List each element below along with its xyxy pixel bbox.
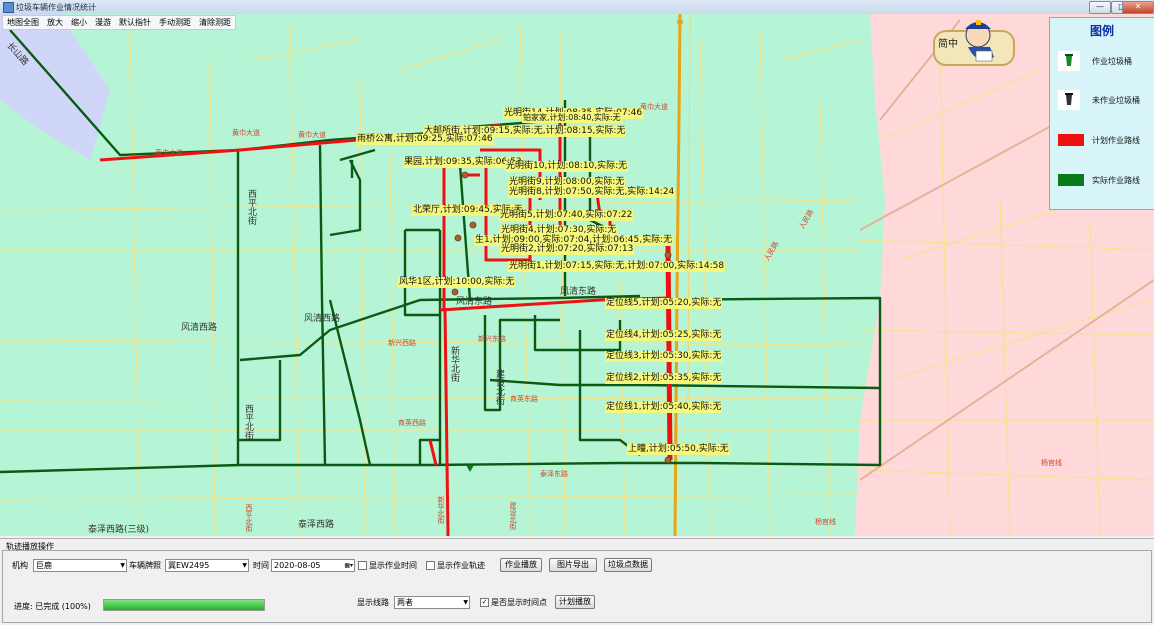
road-label: 建设北街: [494, 369, 504, 405]
date-picker[interactable]: 2020-08-05 ▦▾: [271, 559, 355, 572]
plate-value: 冀EW2495: [168, 561, 210, 570]
time-label: 时间: [253, 561, 269, 570]
poi-label: 光明街10,计划:08:10,实际:无: [505, 161, 629, 172]
bin-active-icon: [1058, 51, 1080, 71]
road-label: 泰泽西路: [298, 520, 335, 530]
show-time-points-label: 是否显示时间点: [491, 598, 547, 607]
show-work-time-label: 显示作业时间: [369, 561, 417, 570]
poi-label: 上疃,计划:05:50,实际:无: [627, 444, 730, 455]
poi-label: 光明街2,计划:07:20,实际:07:13: [500, 244, 635, 255]
org-select[interactable]: 巨鹿 ▼: [33, 559, 127, 572]
play-work-button[interactable]: 作业播放: [500, 558, 542, 572]
plate-label: 车辆牌照: [129, 561, 161, 570]
road-label-red: 育英东路: [510, 395, 538, 403]
progress-fill: [104, 600, 264, 610]
plan-route-swatch: [1058, 134, 1084, 146]
check-icon: ✓: [481, 598, 488, 606]
poi-label: 定位线1,计划:05:40,实际:无: [605, 402, 723, 413]
road-label: 西平北街: [243, 404, 253, 440]
app-icon: [3, 2, 14, 13]
road-label-red: 黄巾大道: [640, 103, 668, 111]
road-label: 泰泽西路(三级): [88, 525, 150, 535]
map-toolbar: 地图全图 放大 缩小 漫游 默认指针 手动测距 清除测距: [2, 15, 236, 30]
road-label-red: 育英西路: [398, 419, 426, 427]
poi-label: 定位线2,计划:05:35,实际:无: [605, 373, 723, 384]
road-label-red: 新华北街: [437, 496, 445, 524]
calendar-icon: ▦▾: [344, 562, 353, 569]
poi-label: 光明街8,计划:07:50,实际:无,实际:14:24: [508, 187, 676, 198]
legend-label: 计划作业路线: [1092, 136, 1140, 145]
road-label-red: 新兴东路: [478, 335, 506, 343]
bin-idle-icon: [1058, 90, 1080, 110]
org-value: 巨鹿: [36, 561, 52, 570]
road-label: 风清东路: [456, 297, 493, 307]
close-button[interactable]: ✕: [1122, 1, 1154, 14]
road-label-red: 杨官线: [815, 518, 836, 526]
poi-label: 风华1区,计划:10:00,实际:无: [398, 277, 516, 288]
chevron-down-icon: ▼: [242, 562, 247, 569]
menu-measure[interactable]: 手动测距: [155, 16, 195, 29]
progress-label: 进度: 已完成 (100%): [14, 602, 91, 611]
legend-label: 未作业垃圾桶: [1092, 96, 1140, 105]
menu-full-map[interactable]: 地图全图: [3, 16, 43, 29]
poi-label: 定位线3,计划:05:30,实际:无: [605, 351, 723, 362]
road-label: 风清西路: [181, 323, 218, 333]
road-label-red: 新兴西路: [388, 339, 416, 347]
mascot-logo: 简中: [932, 17, 1018, 75]
road-label-red: 黄巾大道: [232, 129, 260, 137]
export-image-button[interactable]: 图片导出: [549, 558, 597, 572]
poi-label: 铂家家,计划:08:40,实际:无: [522, 112, 622, 123]
progress-bar: [103, 599, 265, 611]
legend-title: 图例: [1089, 24, 1114, 38]
road-label-red: 泰泽东路: [540, 470, 568, 478]
date-value: 2020-08-05: [274, 561, 321, 570]
menu-zoom-in[interactable]: 放大: [43, 16, 67, 29]
poi-label: 光明街1,计划:07:15,实际:无,计划:07:00,实际:14:58: [508, 261, 726, 272]
menu-pan[interactable]: 漫游: [91, 16, 115, 29]
mascot-text: 简中: [938, 39, 958, 50]
legend-label: 作业垃圾桶: [1092, 57, 1132, 66]
route-select[interactable]: 两者 ▼: [394, 596, 470, 609]
road-label-red: 黄巾大道: [155, 149, 183, 157]
road-label-red: 建设北街: [509, 502, 517, 530]
poi-label: 定位线5,计划:05:20,实际:无: [605, 298, 723, 309]
minimize-button[interactable]: —: [1089, 1, 1111, 14]
poi-label: 雨桥公寓,计划:09:25,实际:07:46: [356, 134, 494, 145]
show-work-time-checkbox[interactable]: [358, 561, 367, 570]
show-work-track-label: 显示作业轨迹: [437, 561, 485, 570]
poi-label: 光明街5,计划:07:40,实际:07:22: [499, 210, 634, 221]
road-label: 新华北街: [449, 346, 459, 382]
map-canvas[interactable]: [0, 14, 1154, 536]
plan-play-button[interactable]: 计划播放: [555, 595, 595, 609]
org-label: 机构: [12, 561, 28, 570]
legend-label: 实际作业路线: [1092, 176, 1140, 185]
map-legend: 图例 作业垃圾桶 未作业垃圾桶 计划作业路线 实际作业路线: [1049, 17, 1154, 210]
panel-group-box: 机构 巨鹿 ▼ 车辆牌照 冀EW2495 ▼ 时间 2020-08-05 ▦▾ 显示作…: [2, 550, 1152, 623]
menu-zoom-out[interactable]: 缩小: [67, 16, 91, 29]
poi-label: 定位线4,计划:05:25,实际:无: [605, 330, 723, 341]
bin-data-button[interactable]: 垃圾点数据: [604, 558, 652, 572]
route-label: 显示线路: [357, 598, 389, 607]
road-label-red: 杨官线: [1041, 459, 1062, 467]
plate-select[interactable]: 冀EW2495 ▼: [165, 559, 249, 572]
road-label: 风清东路: [560, 287, 597, 297]
chevron-down-icon: ▼: [463, 599, 468, 606]
menu-default-pointer[interactable]: 默认指针: [115, 16, 155, 29]
title-bar: 垃圾车辆作业情况统计 — □ ✕: [0, 0, 1154, 15]
chevron-down-icon: ▼: [120, 562, 125, 569]
show-work-track-checkbox[interactable]: [426, 561, 435, 570]
route-value: 两者: [397, 598, 413, 607]
menu-clear-measure[interactable]: 清除测距: [195, 16, 235, 29]
road-label: 风清西路: [304, 314, 341, 324]
actual-route-swatch: [1058, 174, 1084, 186]
map-view[interactable]: 长山路 风清西路 风清西路 风清东路 风清东路 西平北街 新华北街 建设北街 西…: [0, 14, 1154, 536]
road-label-red: 西平北街: [245, 504, 253, 532]
show-time-points-checkbox[interactable]: ✓: [480, 598, 489, 607]
road-label-red: 黄巾大道: [298, 131, 326, 139]
road-label: 西平北街: [246, 189, 256, 225]
playback-panel: 轨迹播放操作 机构 巨鹿 ▼ 车辆牌照 冀EW2495 ▼ 时间 2020-08-0…: [0, 538, 1154, 625]
window-title: 垃圾车辆作业情况统计: [16, 3, 96, 12]
